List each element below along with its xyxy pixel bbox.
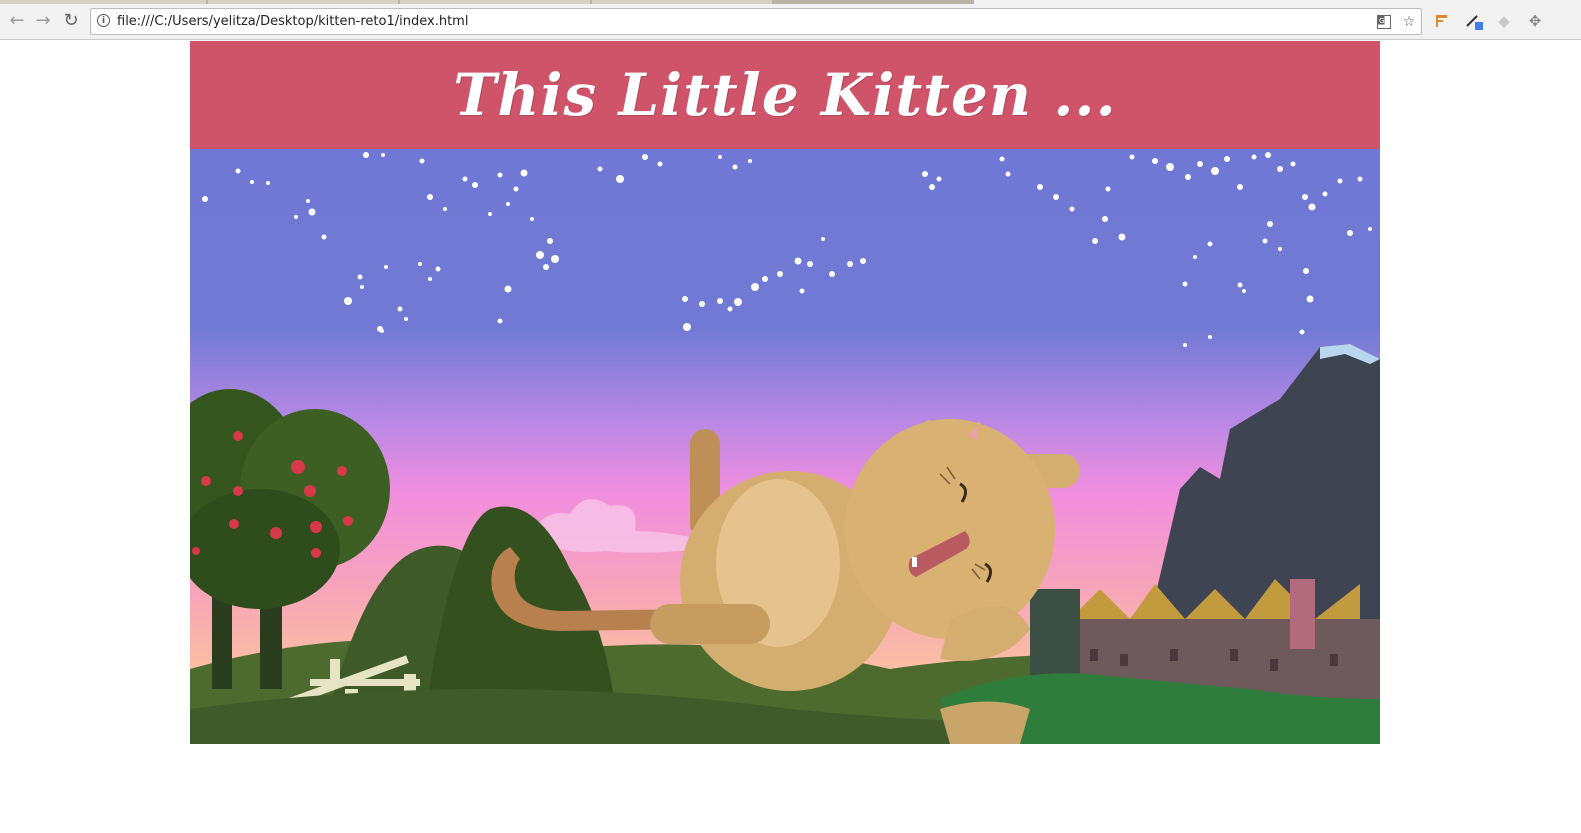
page-header: This Little Kitten ... [190, 41, 1380, 149]
page-title: This Little Kitten ... [453, 61, 1117, 129]
tab[interactable] [400, 0, 590, 4]
tab[interactable] [208, 0, 398, 4]
tab-strip [0, 0, 1581, 4]
back-arrow-icon[interactable]: ← [6, 10, 28, 32]
dirt [940, 701, 1030, 744]
tab[interactable] [0, 0, 206, 4]
reload-icon[interactable]: ↻ [60, 10, 82, 32]
tab-active[interactable] [974, 0, 1581, 4]
hero-image [190, 149, 1380, 744]
translate-icon[interactable]: G [1375, 13, 1393, 31]
forward-arrow-icon[interactable]: → [32, 10, 54, 32]
address-bar[interactable]: i file:///C:/Users/yelitza/Desktop/kitte… [90, 8, 1422, 35]
star-icon[interactable]: ☆ [1400, 13, 1418, 31]
eyedropper-icon[interactable] [1464, 11, 1484, 31]
url-text[interactable]: file:///C:/Users/yelitza/Desktop/kitten-… [117, 14, 468, 29]
extension-flag-icon[interactable] [1432, 11, 1452, 31]
tab[interactable] [592, 0, 772, 4]
extension-diamond-icon[interactable]: ◆ [1494, 11, 1514, 31]
kitten-illustration [190, 149, 1380, 744]
svg-text:G: G [1379, 17, 1384, 25]
info-icon[interactable]: i [97, 14, 110, 27]
move-cross-icon[interactable]: ✥ [1525, 11, 1545, 31]
browser-toolbar: ← → ↻ i file:///C:/Users/yelitza/Desktop… [0, 0, 1581, 40]
